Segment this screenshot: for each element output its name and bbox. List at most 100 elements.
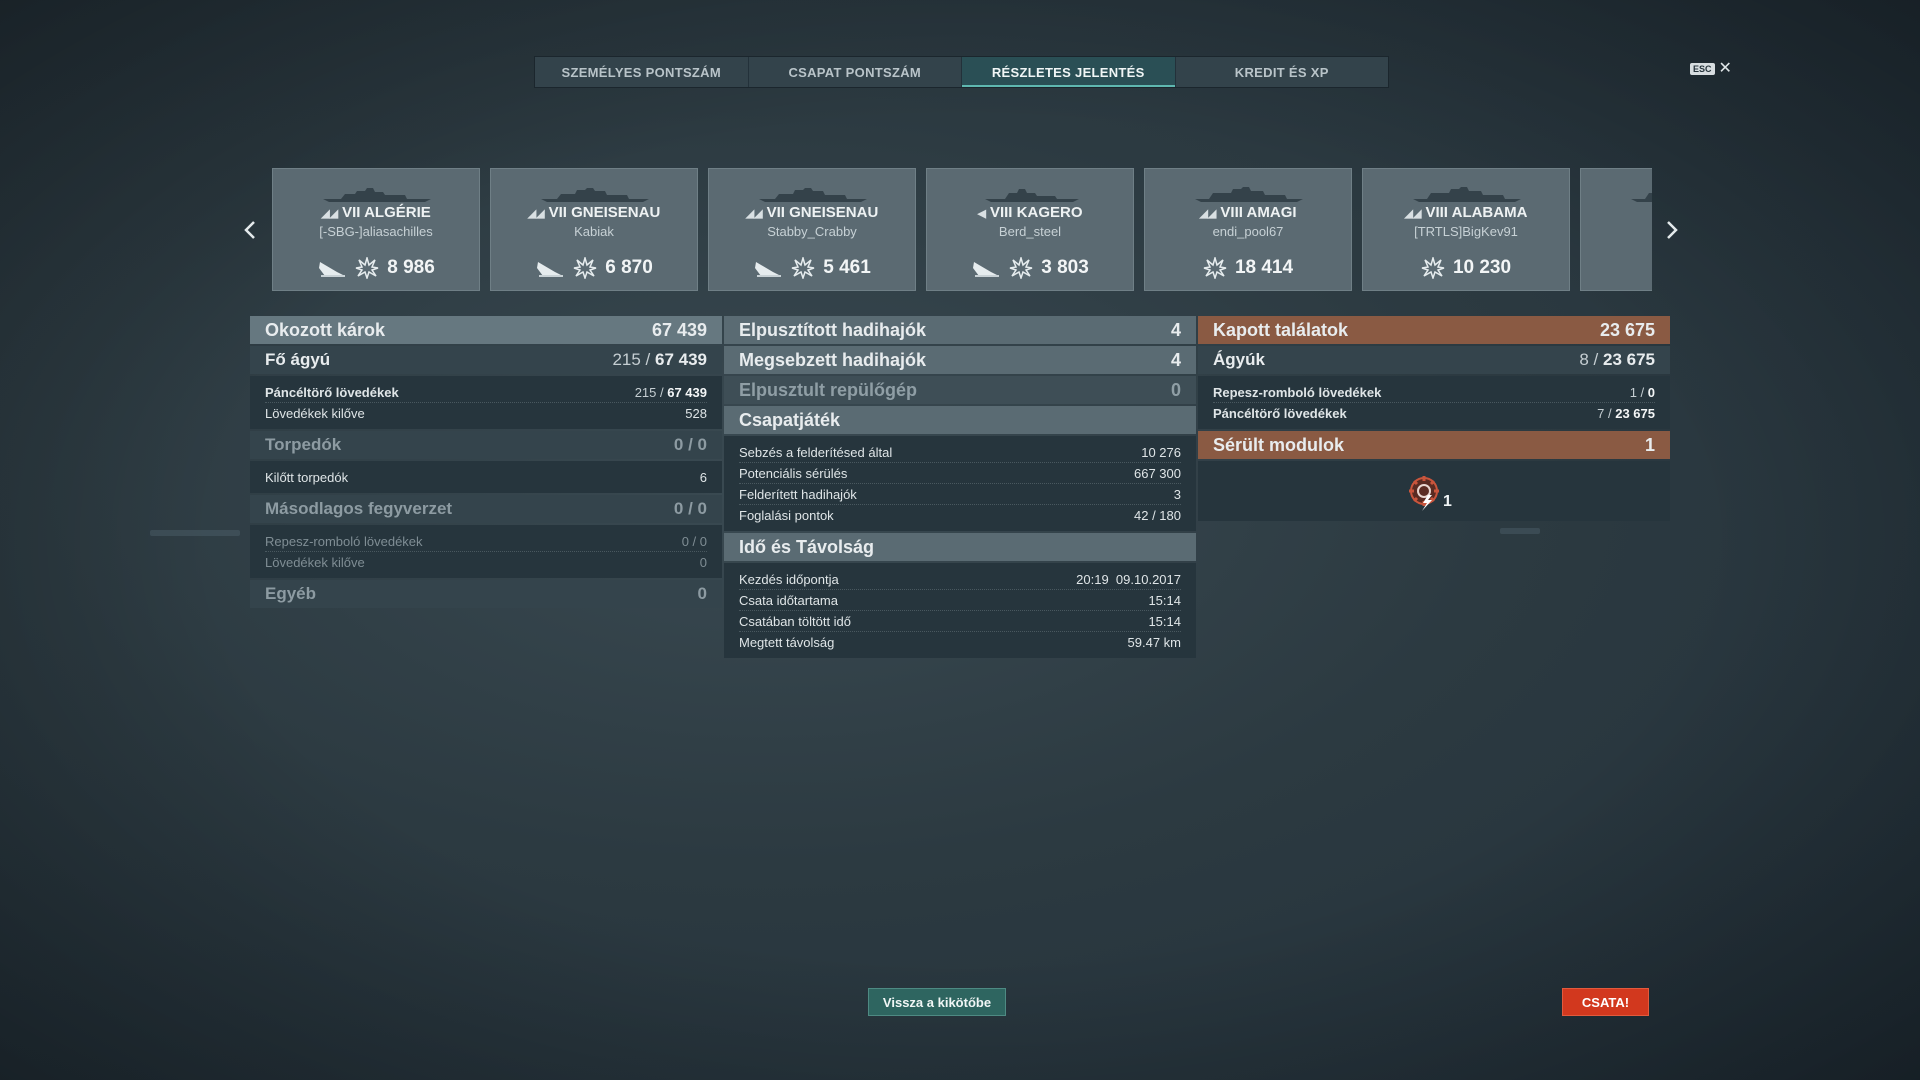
time-row: Csata időtartama 15:14 — [739, 590, 1181, 611]
tab-detailed-report[interactable]: RÉSZLETES JELENTÉS — [962, 57, 1176, 87]
ship-card-partial[interactable] — [1580, 168, 1652, 291]
ship-card-stats: 6 870 — [491, 257, 697, 279]
tab-credits-xp[interactable]: KREDIT ÉS XP — [1176, 57, 1389, 87]
damaged-ships-header: Megsebzett hadihajók 4 — [724, 346, 1196, 374]
hits-received-header: Kapott találatok 23 675 — [1198, 316, 1670, 344]
ship-card-stats: 8 986 — [273, 257, 479, 279]
background-ship — [1500, 528, 1540, 534]
damaged-modules-box: 1 — [1198, 461, 1670, 521]
secondary-shells-fired-row: Lövedékek kilőve 0 — [265, 554, 707, 570]
hits-received-details: Repesz-romboló lövedékek 1 / 0 Páncéltör… — [1198, 376, 1670, 429]
cruiser-icon: ◢◢ — [321, 208, 339, 220]
ship-card-stats: 18 414 — [1145, 257, 1351, 279]
damage-value: 5 461 — [823, 257, 871, 278]
ship-name: ◢◢ VIII ALABAMA — [1404, 204, 1528, 221]
tab-team-score[interactable]: CSAPAT PONTSZÁM — [749, 57, 962, 87]
damage-icon — [1203, 257, 1227, 279]
damaged-modules-header: Sérült modulok 1 — [1198, 431, 1670, 459]
ship-name: ◢◢ VII GNEISENAU — [745, 204, 879, 221]
ship-name: ◢◢ VIII AMAGI — [1199, 204, 1297, 221]
ship-card-stats: 10 230 — [1363, 257, 1569, 279]
player-name: [TRTLS]BigKev91 — [1414, 224, 1518, 239]
destroyer-icon: ◀ — [977, 208, 986, 220]
esc-key-badge: ESC — [1690, 63, 1715, 75]
ship-silhouette-icon — [1195, 187, 1303, 202]
damage-icon — [1421, 257, 1445, 279]
ap-shells-row: Páncéltörő lövedékek 215 / 67 439 — [265, 382, 707, 403]
player-name: Kabiak — [574, 224, 614, 239]
ship-name: ◀ VIII KAGERO — [977, 204, 1083, 221]
time-distance-details: Kezdés időpontja 20:19 09.10.2017 Csata i… — [724, 563, 1196, 658]
main-guns-details: Páncéltörő lövedékek 215 / 67 439 Lövedé… — [250, 376, 722, 429]
carousel-prev-button[interactable] — [240, 218, 260, 242]
ship-card[interactable]: ◢◢ VIII ALABAMA [TRTLS]BigKev91 10 230 — [1362, 168, 1570, 291]
damage-icon — [791, 257, 815, 279]
damage-dealt-header: Okozott károk 67 439 — [250, 316, 722, 344]
ship-card-stats: 5 461 — [709, 257, 915, 279]
battleship-icon: ◢◢ — [1404, 208, 1422, 220]
tab-bar: SZEMÉLYES PONTSZÁM CSAPAT PONTSZÁM RÉSZL… — [534, 56, 1389, 88]
damage-icon — [573, 257, 597, 279]
main-guns-row: Fő ágyú 215 / 67 439 — [250, 346, 722, 374]
carousel-next-button[interactable] — [1662, 218, 1682, 242]
battleship-icon: ◢◢ — [1199, 208, 1217, 220]
ship-card[interactable]: ◀ VIII KAGERO Berd_steel 3 803 — [926, 168, 1134, 291]
player-name: Berd_steel — [998, 224, 1062, 239]
teamplay-header: Csapatjáték — [724, 406, 1196, 434]
battle-button[interactable]: CSATA! — [1562, 988, 1649, 1016]
ship-card-stats: 3 803 — [927, 257, 1133, 279]
damage-icon — [355, 257, 379, 279]
sunk-ship-icon — [755, 262, 782, 277]
sunk-ship-icon — [537, 262, 564, 277]
cruiser-icon: ◢◢ — [745, 208, 763, 220]
damage-value: 10 230 — [1452, 257, 1512, 278]
ship-silhouette-icon — [759, 188, 867, 202]
ship-silhouette-icon — [1631, 193, 1652, 202]
damage-value: 18 414 — [1234, 257, 1294, 278]
player-name: endi_pool67 — [1212, 224, 1284, 239]
time-row: Csatában töltött idő 15:14 — [739, 611, 1181, 632]
time-row: Megtett távolság 59.47 km — [739, 634, 1181, 650]
torpedo-details: Kilőtt torpedók 6 — [250, 461, 722, 493]
he-shells-row: Repesz-romboló lövedékek 0 / 0 — [265, 531, 707, 552]
close-icon: ✕ — [1718, 60, 1732, 77]
ship-card[interactable]: ◢◢ VII GNEISENAU Kabiak 6 870 — [490, 168, 698, 291]
time-row: Kezdés időpontja 20:19 09.10.2017 — [739, 569, 1181, 590]
ship-silhouette-icon — [323, 188, 431, 202]
sunk-ship-icon — [973, 262, 1000, 277]
teamplay-row: Potenciális sérülés 667 300 — [739, 463, 1181, 484]
secondary-details: Repesz-romboló lövedékek 0 / 0 Lövedékek… — [250, 525, 722, 578]
ship-card[interactable]: ◢◢ VIII AMAGI endi_pool67 18 414 — [1144, 168, 1352, 291]
ship-name: ◢◢ VII ALGÉRIE — [321, 204, 431, 221]
time-distance-header: Idő és Távolság — [724, 533, 1196, 561]
return-to-port-button[interactable]: Vissza a kikötőbe — [868, 988, 1006, 1016]
middle-panel: Elpusztított hadihajók 4 Megsebzett hadih… — [724, 316, 1196, 660]
ship-name: ◢◢ VII GNEISENAU — [527, 204, 661, 221]
torpedoes-row: Torpedók 0 / 0 — [250, 431, 722, 459]
player-name: [-SBG-]aliasachilles — [319, 224, 433, 239]
damage-value: 3 803 — [1041, 257, 1089, 278]
sunk-ship-icon — [319, 262, 346, 277]
teamplay-details: Sebzés a felderítésed által 10 276 Potenc… — [724, 436, 1196, 531]
damage-dealt-panel: Okozott károk 67 439 Fő ágyú 215 / 67 439… — [250, 316, 722, 610]
teamplay-row: Sebzés a felderítésed által 10 276 — [739, 442, 1181, 463]
background-ship — [150, 530, 240, 536]
guns-received-row: Ágyúk 8 / 23 675 — [1198, 346, 1670, 374]
torpedoes-fired-row: Kilőtt torpedók 6 — [265, 469, 707, 485]
ship-silhouette-icon — [1413, 187, 1521, 202]
destroyed-ships-header: Elpusztított hadihajók 4 — [724, 316, 1196, 344]
he-received-row: Repesz-romboló lövedékek 1 / 0 — [1213, 382, 1655, 403]
hits-received-panel: Kapott találatok 23 675 Ágyúk 8 / 23 675 … — [1198, 316, 1670, 521]
ship-carousel: ◢◢ VII ALGÉRIE [-SBG-]aliasachilles 8 986… — [272, 168, 1652, 292]
chevron-left-icon — [244, 221, 255, 239]
close-button[interactable]: ESC ✕ — [1690, 60, 1732, 77]
other-row: Egyéb 0 — [250, 580, 722, 608]
ship-card[interactable]: ◢◢ VII ALGÉRIE [-SBG-]aliasachilles 8 986 — [272, 168, 480, 291]
ship-silhouette-icon — [985, 189, 1079, 202]
player-name: Stabby_Crabby — [767, 224, 857, 239]
teamplay-row: Foglalási pontok 42 / 180 — [739, 507, 1181, 523]
ship-silhouette-icon — [541, 188, 649, 202]
damage-value: 6 870 — [605, 257, 653, 278]
tab-personal-score[interactable]: SZEMÉLYES PONTSZÁM — [535, 57, 749, 87]
ship-card[interactable]: ◢◢ VII GNEISENAU Stabby_Crabby 5 461 — [708, 168, 916, 291]
